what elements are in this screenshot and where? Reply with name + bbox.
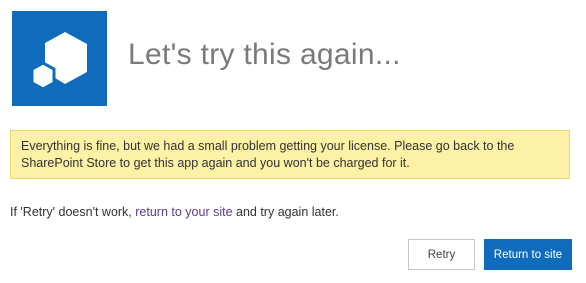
license-warning-message: Everything is fine, but we had a small p… [10,130,570,179]
page-title: Let's try this again... [128,38,401,71]
app-cube-icon [12,11,107,106]
retry-button[interactable]: Retry [408,239,475,270]
return-to-site-link[interactable]: return to your site [135,205,232,219]
retry-hint-suffix: and try again later. [232,205,339,219]
error-page: Let's try this again... Everything is fi… [0,0,586,283]
retry-hint-prefix: If 'Retry' doesn't work, [10,205,136,219]
retry-hint-text: If 'Retry' doesn't work, return to your … [10,205,339,219]
return-to-site-button[interactable]: Return to site [484,239,572,270]
